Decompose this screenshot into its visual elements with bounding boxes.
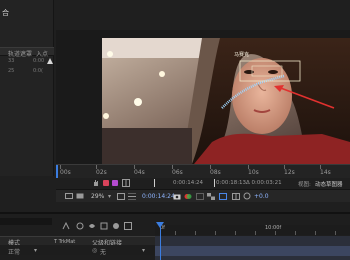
ruler-label: 08s xyxy=(210,169,221,176)
layer-row[interactable]: 正常 ▾ ◎ 无 ▾ xyxy=(0,245,155,256)
pickwhip-icon[interactable]: ◎ xyxy=(92,247,97,254)
composition-viewer[interactable]: 马赛克 xyxy=(102,38,350,164)
project-panel-title: 合 xyxy=(2,9,9,17)
out-marker[interactable] xyxy=(214,179,215,187)
timeline-search-input[interactable] xyxy=(0,218,52,225)
view-label: 视图: xyxy=(298,182,311,188)
playhead[interactable] xyxy=(56,165,58,179)
grid-icon[interactable] xyxy=(122,179,130,189)
project-columns-header: 轨道遮罩 入点 xyxy=(0,47,54,58)
layer-bar-active[interactable] xyxy=(155,246,350,256)
duration: Δ 0:00:03:21 xyxy=(246,180,282,186)
grid-toggle-icon[interactable] xyxy=(128,192,136,202)
ruler-label: 06s xyxy=(172,169,183,176)
exposure-value[interactable]: +0.0 xyxy=(254,193,269,200)
hand-icon[interactable] xyxy=(92,179,100,189)
viewer-info-row: 0:00:14:24 0:00:18:13 Δ 0:00:03:21 视图: 动… xyxy=(56,178,350,189)
view-mode-dropdown[interactable]: 动态草图器 xyxy=(315,180,343,188)
color-swatch-red[interactable] xyxy=(103,180,109,186)
column-in-point[interactable]: 入点 xyxy=(36,49,48,58)
ruler-label: 00s xyxy=(60,169,71,176)
always-preview-icon[interactable] xyxy=(65,193,73,202)
in-marker[interactable] xyxy=(154,179,155,187)
project-row[interactable]: 33 0:00 xyxy=(0,58,54,66)
graph-editor-icon[interactable] xyxy=(124,222,132,232)
column-track-matte[interactable]: 轨道遮罩 xyxy=(8,49,32,58)
timeline-tool-icon[interactable] xyxy=(62,221,70,232)
draft-3d-icon[interactable] xyxy=(76,222,84,232)
layout-icon[interactable] xyxy=(232,193,240,202)
project-row[interactable]: 25 0:0( xyxy=(0,68,54,76)
channels-icon[interactable] xyxy=(184,193,192,202)
exposure-icon[interactable] xyxy=(243,192,251,202)
layer-mode-dropdown[interactable]: 正常 xyxy=(8,247,20,256)
current-timecode[interactable]: 0:00:14:24 xyxy=(142,193,175,200)
chevron-down-icon[interactable]: ▾ xyxy=(142,247,145,254)
ruler-label: 12s xyxy=(284,169,295,176)
chevron-down-icon[interactable]: ▾ xyxy=(108,193,111,200)
frame-blending-icon[interactable] xyxy=(100,222,108,232)
layer-parent-dropdown[interactable]: 无 xyxy=(100,247,106,256)
timeline-ruler[interactable]: 0f 10:00f xyxy=(155,225,350,235)
time-ruler[interactable]: 00s 02s 04s 06s 08s 10s 12s 14s xyxy=(56,164,350,179)
shape-icon xyxy=(47,58,53,64)
monitor-icon[interactable] xyxy=(76,193,84,202)
timeline-ruler-mid: 10:00f xyxy=(265,225,282,231)
transparency-grid-icon[interactable] xyxy=(207,193,215,202)
timeline-columns-header: 模式 T TrkMat 父级和链接 xyxy=(0,236,155,247)
ruler-label: 02s xyxy=(96,169,107,176)
video-frame xyxy=(102,38,350,164)
end-time: 0:00:18:13 xyxy=(216,180,247,186)
mosaic-label: 马赛克 xyxy=(234,52,250,58)
chevron-down-icon[interactable]: ▾ xyxy=(34,247,37,254)
fit-icon[interactable] xyxy=(117,193,125,202)
timeline-playhead[interactable] xyxy=(160,225,161,260)
viewer-toolbar: 29% ▾ 0:00:14:24 +0.0 xyxy=(56,189,350,202)
region-icon[interactable] xyxy=(196,193,204,202)
ruler-label: 14s xyxy=(320,169,331,176)
project-panel: 合 轨道遮罩 入点 33 0:00 25 0:0( xyxy=(0,0,54,176)
zoom-dropdown[interactable]: 29% xyxy=(91,193,104,200)
camera-view-icon[interactable] xyxy=(219,193,227,202)
camera-icon[interactable] xyxy=(173,193,181,202)
motion-blur-icon[interactable] xyxy=(112,222,120,232)
start-time: 0:00:14:24 xyxy=(173,180,204,186)
ruler-label: 04s xyxy=(134,169,145,176)
shy-layers-icon[interactable] xyxy=(88,222,96,232)
color-swatch-purple[interactable] xyxy=(112,180,118,186)
ruler-label: 10s xyxy=(248,169,259,176)
